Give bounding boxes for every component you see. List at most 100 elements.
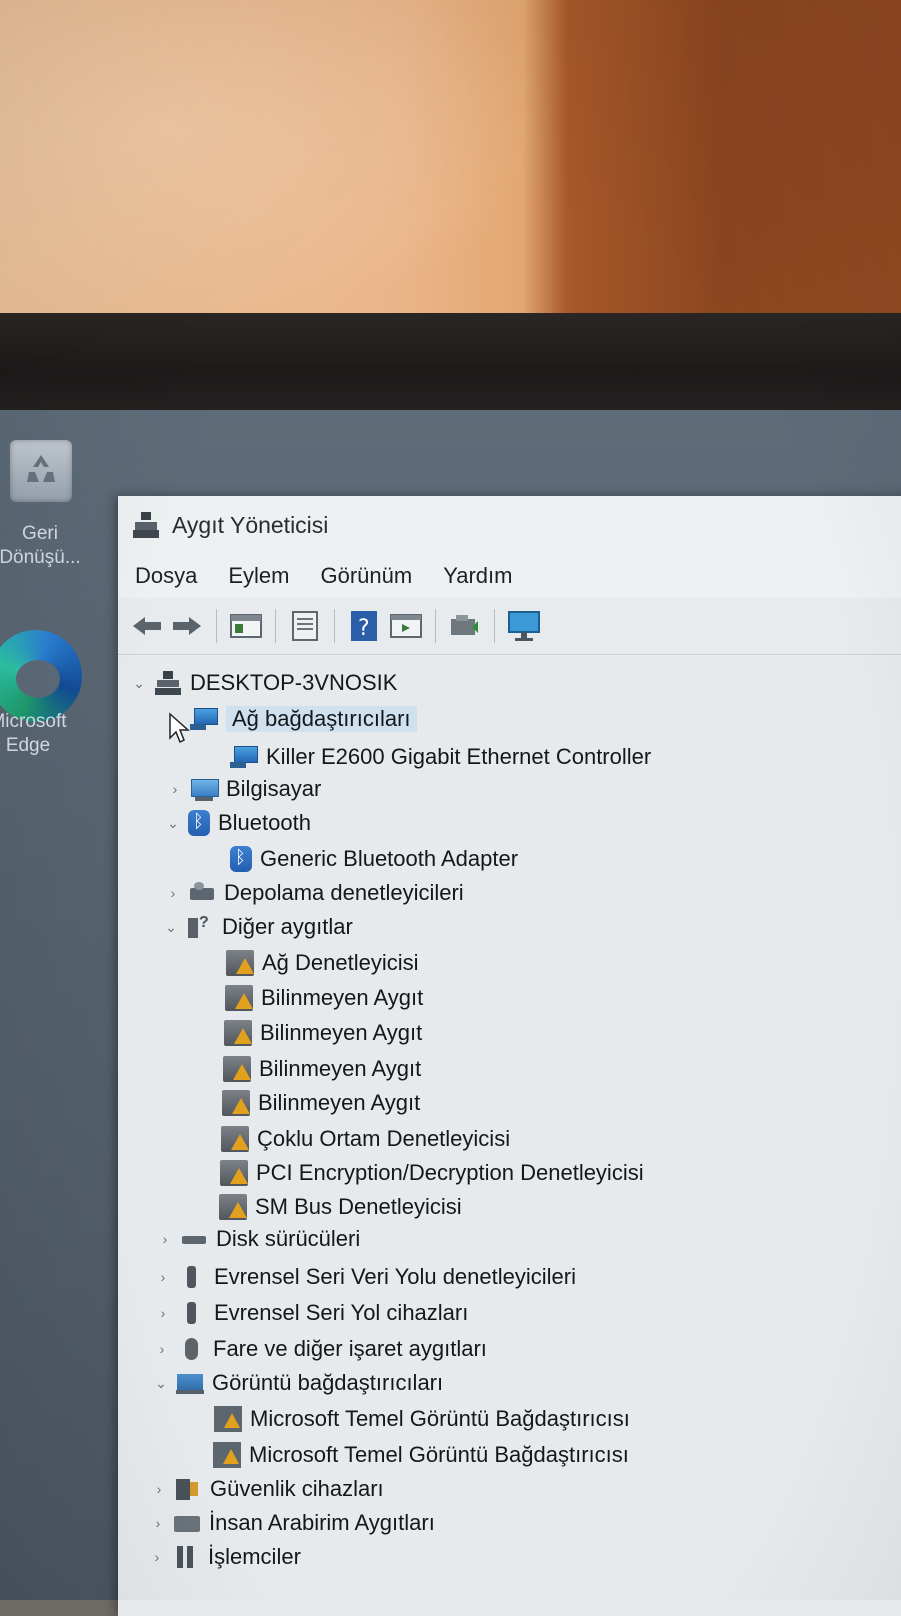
tree-item-killer-ethernet[interactable]: Killer E2600 Gigabit Ethernet Controller bbox=[230, 740, 651, 774]
tree-item-generic-bluetooth[interactable]: Generic Bluetooth Adapter bbox=[230, 842, 518, 876]
monitor-bezel bbox=[0, 313, 901, 413]
help-button[interactable]: ? bbox=[345, 607, 383, 645]
chevron-right-icon[interactable]: › bbox=[158, 1231, 172, 1247]
background-light bbox=[0, 0, 560, 325]
tree-item-label: SM Bus Denetleyicisi bbox=[255, 1194, 462, 1219]
tree-item-label: Bilinmeyen Aygıt bbox=[258, 1090, 421, 1115]
tree-item-storage-controllers[interactable]: › Depolama denetleyicileri bbox=[166, 876, 464, 910]
recycle-bin-icon[interactable] bbox=[10, 440, 72, 502]
chevron-down-icon[interactable]: ⌄ bbox=[166, 815, 180, 832]
tree-item-label: Diğer aygıtlar bbox=[222, 914, 353, 939]
tree-item-label: Fare ve diğer işaret aygıtları bbox=[213, 1336, 487, 1361]
edge-icon[interactable] bbox=[0, 630, 82, 722]
properties-sheet-button[interactable] bbox=[286, 607, 324, 645]
tree-item-pci-encryption[interactable]: PCI Encryption/Decryption Denetleyicisi bbox=[220, 1156, 644, 1190]
unknown-device-warning-icon bbox=[226, 950, 254, 976]
title-bar[interactable]: Aygıt Yöneticisi bbox=[118, 496, 901, 554]
tree-item-processors[interactable]: › İşlemciler bbox=[150, 1540, 301, 1574]
tree-item-label: Bluetooth bbox=[218, 810, 311, 835]
device-manager-window: Aygıt Yöneticisi Dosya Eylem Görünüm Yar… bbox=[118, 496, 901, 1616]
chevron-down-icon[interactable]: ⌄ bbox=[154, 1375, 168, 1392]
hid-icon bbox=[173, 1510, 201, 1536]
tree-item-usb-controllers[interactable]: › Evrensel Seri Veri Yolu denetleyiciler… bbox=[156, 1260, 576, 1294]
desktop-icon-edge-label[interactable]: Microsoft Edge bbox=[0, 710, 78, 758]
tree-item-label: Evrensel Seri Yol cihazları bbox=[214, 1300, 469, 1325]
unknown-device-warning-icon bbox=[219, 1194, 247, 1220]
bluetooth-warning-icon bbox=[230, 846, 252, 872]
menu-help[interactable]: Yardım bbox=[443, 563, 512, 589]
tree-item-hid[interactable]: › İnsan Arabirim Aygıtları bbox=[151, 1506, 435, 1540]
console-icon bbox=[390, 614, 422, 638]
desktop-icon-recycle-bin-label[interactable]: Geri Dönüşü... bbox=[0, 522, 90, 570]
menu-action[interactable]: Eylem bbox=[228, 563, 289, 589]
chevron-right-icon[interactable]: › bbox=[166, 885, 180, 901]
chevron-down-icon[interactable]: ⌄ bbox=[164, 919, 178, 936]
chevron-right-icon[interactable]: › bbox=[152, 1481, 166, 1497]
tree-item-label: İnsan Arabirim Aygıtları bbox=[209, 1510, 435, 1535]
tree-item-display-adapters[interactable]: ⌄ Görüntü bağdaştırıcıları bbox=[154, 1366, 443, 1400]
mouse-cursor-icon bbox=[168, 712, 190, 749]
tree-item-unknown-device[interactable]: Bilinmeyen Aygıt bbox=[225, 981, 423, 1015]
tree-item-ms-basic-display[interactable]: Microsoft Temel Görüntü Bağdaştırıcısı bbox=[214, 1402, 630, 1436]
unknown-device-warning-icon bbox=[220, 1160, 248, 1186]
tree-item-multimedia-controller[interactable]: Çoklu Ortam Denetleyicisi bbox=[221, 1122, 510, 1156]
security-device-icon bbox=[174, 1476, 202, 1502]
device-tree: ⌄ DESKTOP-3VNOSIK ⌄ Ağ bağdaştırıcıları … bbox=[118, 656, 901, 1616]
other-devices-icon bbox=[186, 914, 214, 940]
tree-item-label: Bilinmeyen Aygıt bbox=[259, 1056, 422, 1081]
tree-item-usb-devices[interactable]: › Evrensel Seri Yol cihazları bbox=[156, 1296, 469, 1330]
monitor-button[interactable] bbox=[505, 607, 543, 645]
tree-item-network-controller[interactable]: Ağ Denetleyicisi bbox=[226, 946, 419, 980]
computer-host-icon bbox=[154, 670, 182, 696]
properties-button[interactable] bbox=[227, 607, 265, 645]
scan-hardware-button[interactable] bbox=[446, 607, 484, 645]
svg-text:?: ? bbox=[358, 616, 370, 641]
tree-item-disk-drives[interactable]: › Disk sürücüleri bbox=[158, 1222, 361, 1256]
tree-item-mice[interactable]: › Fare ve diğer işaret aygıtları bbox=[155, 1332, 487, 1366]
console-button[interactable] bbox=[387, 607, 425, 645]
chevron-right-icon[interactable]: › bbox=[168, 781, 182, 797]
tree-item-sm-bus[interactable]: SM Bus Denetleyicisi bbox=[219, 1190, 462, 1224]
properties-icon bbox=[230, 614, 262, 638]
tree-item-label: Microsoft Temel Görüntü Bağdaştırıcısı bbox=[249, 1442, 629, 1467]
chevron-right-icon[interactable]: › bbox=[155, 1341, 169, 1357]
toolbar-separator bbox=[216, 609, 217, 643]
usb-icon bbox=[178, 1300, 206, 1326]
window-title: Aygıt Yöneticisi bbox=[172, 511, 329, 538]
tree-item-label: Görüntü bağdaştırıcıları bbox=[212, 1370, 444, 1395]
chevron-right-icon[interactable]: › bbox=[156, 1305, 170, 1321]
device-manager-icon bbox=[132, 510, 160, 540]
tree-item-computer[interactable]: › Bilgisayar bbox=[168, 772, 321, 806]
unknown-device-warning-icon bbox=[222, 1090, 250, 1116]
forward-button[interactable] bbox=[168, 607, 206, 645]
help-icon: ? bbox=[351, 611, 377, 641]
tree-item-bluetooth[interactable]: ⌄ Bluetooth bbox=[166, 806, 311, 840]
menu-view[interactable]: Görünüm bbox=[320, 563, 412, 589]
tree-item-label: Depolama denetleyicileri bbox=[224, 880, 464, 905]
mouse-icon bbox=[177, 1336, 205, 1362]
back-icon bbox=[133, 617, 161, 635]
menu-file[interactable]: Dosya bbox=[135, 563, 197, 589]
scan-hardware-icon bbox=[451, 615, 478, 635]
storage-controller-icon bbox=[188, 880, 216, 906]
tree-item-label: Çoklu Ortam Denetleyicisi bbox=[257, 1126, 511, 1151]
display-adapter-icon bbox=[176, 1370, 204, 1396]
chevron-right-icon[interactable]: › bbox=[151, 1515, 165, 1531]
chevron-down-icon[interactable]: ⌄ bbox=[132, 675, 146, 692]
tree-item-label: İşlemciler bbox=[208, 1544, 301, 1569]
tree-item-unknown-device[interactable]: Bilinmeyen Aygıt bbox=[224, 1016, 422, 1050]
tree-item-security-devices[interactable]: › Güvenlik cihazları bbox=[152, 1472, 384, 1506]
unknown-device-warning-icon bbox=[221, 1126, 249, 1152]
tree-item-unknown-device[interactable]: Bilinmeyen Aygıt bbox=[222, 1086, 420, 1120]
chevron-right-icon[interactable]: › bbox=[156, 1269, 170, 1285]
tree-item-ms-basic-display[interactable]: Microsoft Temel Görüntü Bağdaştırıcısı bbox=[213, 1438, 629, 1472]
tree-item-network-adapters[interactable]: ⌄ Ağ bağdaştırıcıları bbox=[168, 702, 417, 736]
computer-icon bbox=[190, 776, 219, 802]
chevron-right-icon[interactable]: › bbox=[150, 1549, 164, 1565]
tree-item-unknown-device[interactable]: Bilinmeyen Aygıt bbox=[223, 1052, 421, 1086]
tree-item-other-devices[interactable]: ⌄ Diğer aygıtlar bbox=[164, 910, 353, 944]
tree-item-label: Killer E2600 Gigabit Ethernet Controller bbox=[266, 744, 652, 769]
display-warning-icon bbox=[213, 1442, 241, 1468]
tree-root[interactable]: ⌄ DESKTOP-3VNOSIK bbox=[132, 666, 397, 700]
back-button[interactable] bbox=[128, 607, 166, 645]
